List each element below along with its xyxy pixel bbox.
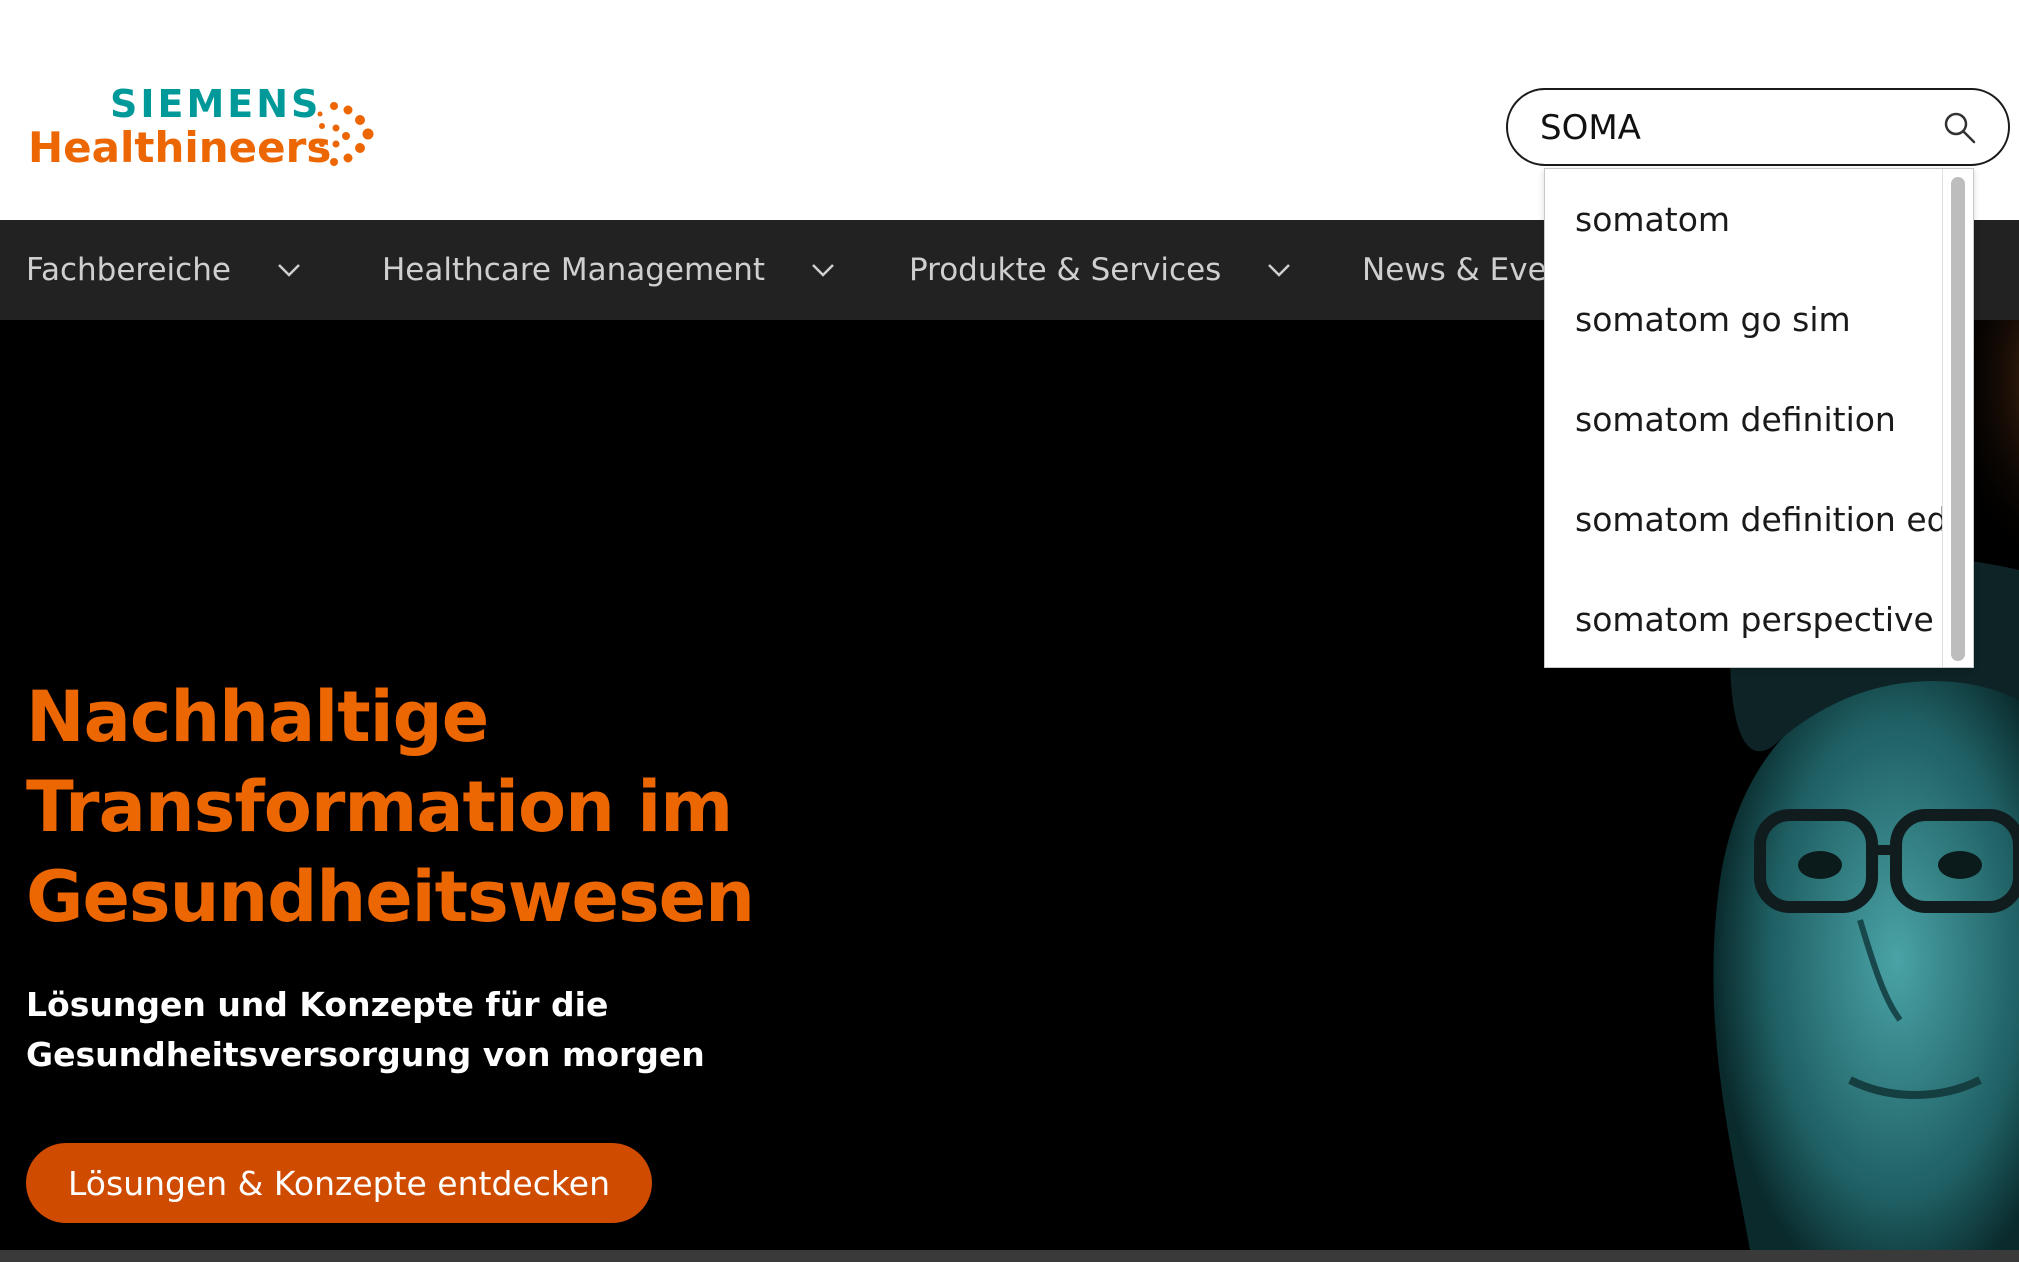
suggestion-item[interactable]: somatom perspective: [1545, 569, 1945, 667]
nav-item-label: Produkte & Services: [909, 252, 1222, 288]
logo-wordmark-healthineers: Healthineers: [28, 123, 332, 172]
chevron-down-icon: [1268, 264, 1291, 277]
suggestion-item[interactable]: somatom definition: [1545, 369, 1945, 469]
dropdown-scrollbar[interactable]: [1942, 169, 1973, 667]
hero-title-line: Transformation im: [26, 766, 733, 848]
suggestion-item[interactable]: somatom definition edge: [1545, 469, 1945, 569]
hero-title-line: Gesundheitswesen: [26, 856, 755, 938]
explore-solutions-button[interactable]: Lösungen & Konzepte entdecken: [26, 1143, 653, 1223]
nav-item-produkte-services[interactable]: Produkte & Services: [909, 220, 1291, 320]
search-icon[interactable]: [1942, 110, 1978, 146]
search-input[interactable]: [1538, 102, 1922, 154]
chevron-down-icon: [278, 264, 300, 277]
search-box[interactable]: [1506, 88, 2010, 166]
suggestion-item[interactable]: somatom go sim: [1545, 269, 1945, 369]
siemens-healthineers-logo[interactable]: SIEMENS Healthineers: [28, 82, 388, 172]
scrollbar-thumb[interactable]: [1951, 177, 1965, 661]
hero-subtitle-line: Lösungen und Konzepte für die: [26, 985, 609, 1024]
logo-dots-icon: [317, 102, 374, 166]
nav-item-label: Fachbereiche: [26, 252, 231, 288]
hero-title-line: Nachhaltige: [26, 676, 489, 758]
logo-wordmark-siemens: SIEMENS: [110, 82, 322, 126]
chevron-down-icon: [812, 264, 834, 277]
nav-item-fachbereiche[interactable]: Fachbereiche: [26, 220, 301, 320]
hero-title: Nachhaltige Transformation im Gesundheit…: [26, 672, 786, 942]
suggestion-item[interactable]: somatom: [1545, 169, 1945, 269]
nav-item-healthcare-management[interactable]: Healthcare Management: [382, 220, 835, 320]
hero-subtitle-line: Gesundheitsversorgung von morgen: [26, 1035, 705, 1074]
search-suggestions-dropdown: somatom somatom go sim somatom definitio…: [1544, 168, 1974, 668]
hero-subtitle: Lösungen und Konzepte für die Gesundheit…: [26, 980, 786, 1080]
bottom-divider: [0, 1250, 2019, 1262]
nav-item-label: Healthcare Management: [382, 252, 766, 288]
nav-item-news-events[interactable]: News & Even: [1362, 220, 1566, 320]
nav-item-label: News & Even: [1362, 252, 1567, 288]
